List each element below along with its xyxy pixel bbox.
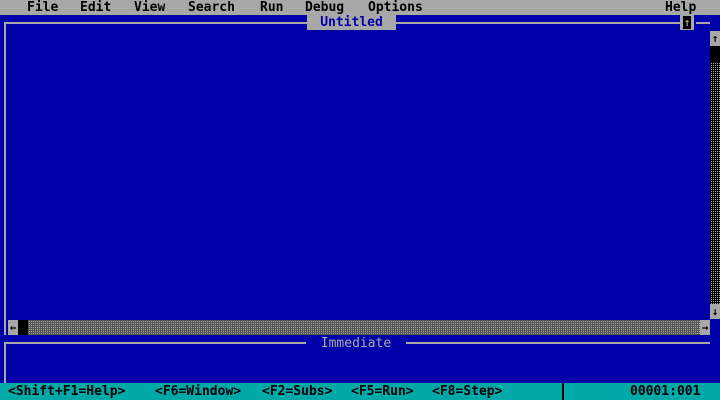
menu-file[interactable]: File [27,0,58,15]
menu-edit[interactable]: Edit [80,0,111,15]
immediate-text-area[interactable] [6,352,710,383]
status-shift-f1-help[interactable]: <Shift+F1=Help> [8,383,125,400]
vertical-scrollbar[interactable] [710,31,720,317]
menu-options[interactable]: Options [368,0,423,15]
status-f6-window[interactable]: <F6=Window> [155,383,241,400]
menu-bar: File Edit View Search Run Debug Options … [0,0,720,15]
menu-help[interactable]: Help [665,0,696,15]
scroll-up-button[interactable]: ↑ [710,31,720,46]
editor-text-area[interactable] [6,24,710,320]
menu-debug[interactable]: Debug [305,0,344,15]
status-f2-subs[interactable]: <F2=Subs> [262,383,332,400]
scroll-left-button[interactable]: ← [8,320,18,335]
scroll-down-button[interactable]: ↓ [710,304,720,319]
cursor-position: 00001:001 [630,384,701,399]
status-f5-run[interactable]: <F5=Run> [351,383,414,400]
horizontal-scrollbar[interactable] [8,320,710,335]
horizontal-scroll-thumb[interactable] [18,320,28,335]
menu-view[interactable]: View [134,0,165,15]
immediate-title: Immediate [306,336,406,351]
vertical-scroll-thumb[interactable] [710,47,720,63]
menu-run[interactable]: Run [260,0,283,15]
scroll-right-button[interactable]: → [700,320,710,335]
status-f8-step[interactable]: <F8=Step> [432,383,502,400]
status-bar: <Shift+F1=Help> <F6=Window> <F2=Subs> <F… [0,383,720,400]
status-separator [562,383,564,400]
menu-search[interactable]: Search [188,0,235,15]
